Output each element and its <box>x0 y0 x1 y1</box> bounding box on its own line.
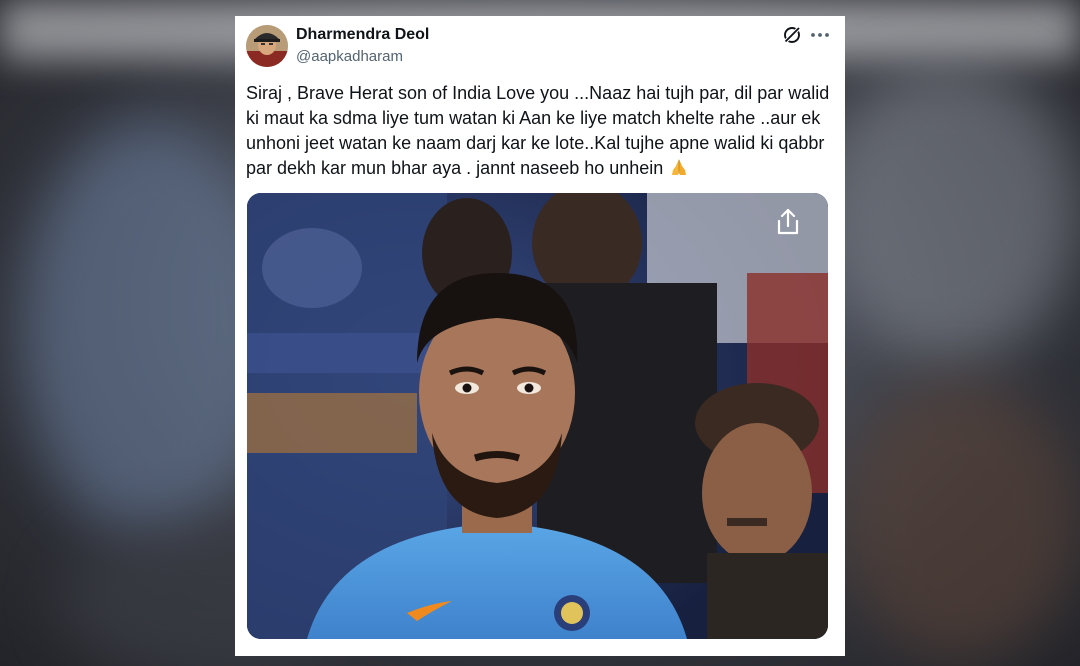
cricketer-photo <box>247 193 828 639</box>
profile-avatar[interactable] <box>246 25 288 67</box>
tweet-text: Siraj , Brave Herat son of India Love yo… <box>246 81 836 181</box>
tweet-media-photo[interactable] <box>247 193 828 639</box>
tweet-card: Dharmendra Deol @aapkadharam Siraj , Bra… <box>235 16 845 656</box>
author-display-name[interactable]: Dharmendra Deol <box>296 26 429 44</box>
background-blur-right-bottom <box>840 380 1080 660</box>
background-blur-right-top <box>820 60 1080 360</box>
folded-hands-icon <box>672 159 687 175</box>
avatar-image <box>246 25 288 67</box>
tweet-body: Siraj , Brave Herat son of India Love yo… <box>246 83 830 178</box>
author-handle[interactable]: @aapkadharam <box>296 48 403 65</box>
grok-icon[interactable] <box>782 25 802 45</box>
more-options-icon[interactable] <box>809 25 831 45</box>
share-icon[interactable] <box>774 207 802 237</box>
